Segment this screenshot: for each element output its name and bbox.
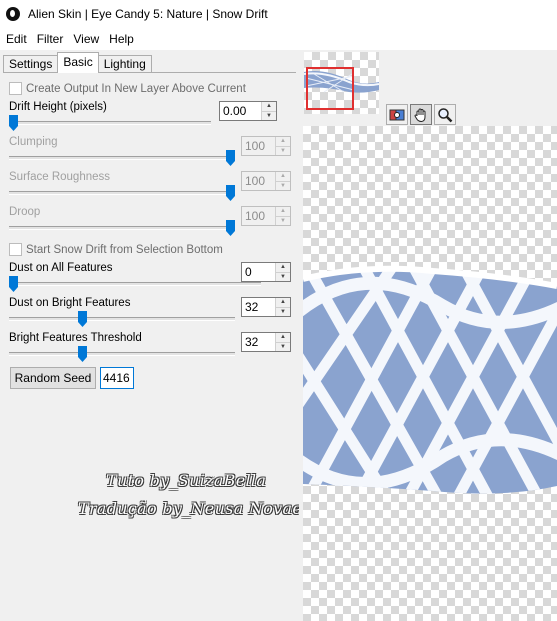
snow-drift-preview-image bbox=[303, 265, 557, 494]
drift-height-spin: ▲ ▼ bbox=[261, 102, 276, 120]
tab-lighting[interactable]: Lighting bbox=[97, 55, 152, 73]
spin-up-icon[interactable]: ▲ bbox=[276, 263, 290, 272]
tab-strip: Settings Basic Lighting bbox=[3, 52, 152, 73]
dust-bright-input[interactable] bbox=[242, 298, 275, 316]
menu-bar: Edit Filter View Help bbox=[0, 28, 557, 50]
droop-track bbox=[9, 226, 235, 230]
create-output-row: Create Output In New Layer Above Current bbox=[9, 82, 246, 95]
spin-up-icon: ▲ bbox=[276, 207, 290, 216]
dust-all-slider-thumb[interactable] bbox=[9, 276, 18, 292]
zoom-icon[interactable] bbox=[434, 104, 456, 125]
surface-roughness-input bbox=[242, 172, 275, 190]
spin-up-icon: ▲ bbox=[276, 137, 290, 146]
dust-all-spin: ▲ ▼ bbox=[275, 263, 290, 281]
clumping-slider-thumb bbox=[226, 150, 235, 166]
bright-threshold-slider-thumb[interactable] bbox=[78, 346, 88, 362]
drift-height-label: Drift Height (pixels) bbox=[9, 101, 107, 113]
spin-down-icon: ▼ bbox=[276, 145, 290, 155]
spin-up-icon[interactable]: ▲ bbox=[276, 333, 290, 342]
menu-view[interactable]: View bbox=[68, 32, 104, 46]
preview-panel bbox=[299, 50, 557, 621]
bright-threshold-label: Bright Features Threshold bbox=[9, 332, 142, 344]
spin-down-icon: ▼ bbox=[276, 215, 290, 225]
menu-help[interactable]: Help bbox=[104, 32, 139, 46]
start-from-selection-checkbox[interactable] bbox=[9, 243, 22, 256]
surface-roughness-spin: ▲ ▼ bbox=[275, 172, 290, 190]
clumping-input bbox=[242, 137, 275, 155]
window-title: Alien Skin | Eye Candy 5: Nature | Snow … bbox=[28, 7, 268, 21]
spin-up-icon[interactable]: ▲ bbox=[262, 102, 276, 111]
dust-bright-spin: ▲ ▼ bbox=[275, 298, 290, 316]
droop-input bbox=[242, 207, 275, 225]
bright-threshold-stepper[interactable]: ▲ ▼ bbox=[241, 332, 291, 352]
surface-roughness-stepper: ▲ ▼ bbox=[241, 171, 291, 191]
random-seed-input[interactable] bbox=[100, 367, 134, 389]
compare-icon[interactable] bbox=[386, 104, 408, 125]
spin-down-icon[interactable]: ▼ bbox=[262, 110, 276, 120]
basic-tab-body: Create Output In New Layer Above Current… bbox=[3, 72, 296, 618]
title-bar: Alien Skin | Eye Candy 5: Nature | Snow … bbox=[0, 0, 557, 28]
surface-roughness-label: Surface Roughness bbox=[9, 171, 111, 183]
bright-threshold-spin: ▲ ▼ bbox=[275, 333, 290, 351]
menu-filter[interactable]: Filter bbox=[32, 32, 69, 46]
dust-bright-slider-thumb[interactable] bbox=[78, 311, 88, 327]
drift-height-track[interactable] bbox=[9, 121, 211, 125]
create-output-label: Create Output In New Layer Above Current bbox=[26, 82, 246, 95]
droop-slider-thumb bbox=[226, 220, 235, 236]
spin-down-icon[interactable]: ▼ bbox=[276, 306, 290, 316]
droop-label: Droop bbox=[9, 206, 41, 218]
dust-all-stepper[interactable]: ▲ ▼ bbox=[241, 262, 291, 282]
drift-height-stepper[interactable]: ▲ ▼ bbox=[219, 101, 277, 121]
menu-edit[interactable]: Edit bbox=[1, 32, 32, 46]
preview-toolbar bbox=[386, 104, 456, 125]
dust-bright-track[interactable] bbox=[9, 317, 235, 321]
dust-all-label: Dust on All Features bbox=[9, 262, 113, 274]
bright-threshold-input[interactable] bbox=[242, 333, 275, 351]
random-seed-button[interactable]: Random Seed bbox=[10, 367, 96, 389]
tab-basic[interactable]: Basic bbox=[57, 52, 99, 73]
spin-down-icon[interactable]: ▼ bbox=[276, 271, 290, 281]
dust-bright-label: Dust on Bright Features bbox=[9, 297, 131, 309]
drift-height-slider-thumb[interactable] bbox=[9, 115, 18, 131]
bright-threshold-track[interactable] bbox=[9, 352, 235, 356]
dust-all-input[interactable] bbox=[242, 263, 275, 281]
surface-roughness-track bbox=[9, 191, 235, 195]
create-output-checkbox[interactable] bbox=[9, 82, 22, 95]
start-from-selection-row: Start Snow Drift from Selection Bottom bbox=[9, 243, 223, 256]
clumping-track bbox=[9, 156, 235, 160]
dust-bright-stepper[interactable]: ▲ ▼ bbox=[241, 297, 291, 317]
spin-down-icon[interactable]: ▼ bbox=[276, 341, 290, 351]
clumping-label: Clumping bbox=[9, 136, 58, 148]
navigator-thumbnail[interactable] bbox=[303, 52, 380, 114]
navigator-viewport-rect[interactable] bbox=[306, 67, 354, 110]
clumping-stepper: ▲ ▼ bbox=[241, 136, 291, 156]
droop-stepper: ▲ ▼ bbox=[241, 206, 291, 226]
spin-up-icon[interactable]: ▲ bbox=[276, 298, 290, 307]
watermark-line-1: Tuto by_SuizaBella bbox=[106, 471, 267, 490]
spin-up-icon: ▲ bbox=[276, 172, 290, 181]
settings-panel: Settings Basic Lighting Create Output In… bbox=[0, 50, 310, 621]
droop-spin: ▲ ▼ bbox=[275, 207, 290, 225]
clumping-spin: ▲ ▼ bbox=[275, 137, 290, 155]
spin-down-icon: ▼ bbox=[276, 180, 290, 190]
start-from-selection-label: Start Snow Drift from Selection Bottom bbox=[26, 243, 223, 256]
drift-height-input[interactable] bbox=[220, 102, 261, 120]
surface-roughness-slider-thumb bbox=[226, 185, 235, 201]
alien-skin-icon bbox=[6, 7, 20, 21]
hand-icon[interactable] bbox=[410, 104, 432, 125]
watermark-line-2: Tradução by_Neusa Novaes bbox=[78, 499, 311, 518]
dust-all-track[interactable] bbox=[9, 282, 261, 286]
tab-settings[interactable]: Settings bbox=[3, 55, 59, 73]
preview-canvas[interactable] bbox=[303, 126, 557, 621]
